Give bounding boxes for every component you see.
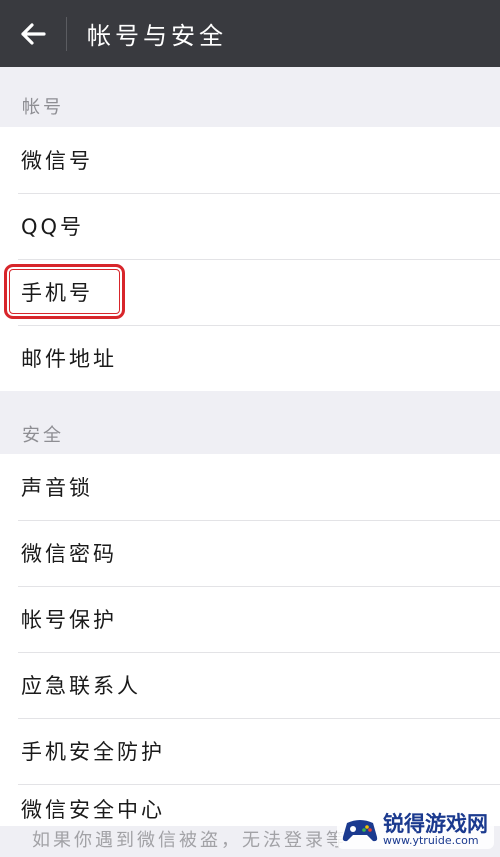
header-divider <box>66 16 67 51</box>
top-app-bar: 帐号与安全 <box>0 0 500 67</box>
watermark-url: www.ytruide.com <box>383 834 479 848</box>
account-list: 微信号 QQ号 手机号 邮件地址 <box>0 127 500 391</box>
list-item-wechat-password[interactable]: 微信密码 <box>0 520 500 586</box>
highlight-box <box>4 264 125 319</box>
watermark: 锐得游戏网 www.ytruide.com <box>337 811 494 849</box>
list-item-label: 微信安全中心 <box>21 798 165 822</box>
list-item-qq[interactable]: QQ号 <box>0 193 500 259</box>
arrow-left-icon <box>21 22 46 45</box>
list-item-label: 应急联系人 <box>21 674 141 698</box>
list-item-label: 手机安全防护 <box>21 740 165 764</box>
list-item-label: 邮件地址 <box>21 347 117 371</box>
list-item-phone-security[interactable]: 手机安全防护 <box>0 718 500 784</box>
list-item-emergency-contacts[interactable]: 应急联系人 <box>0 652 500 718</box>
section-header-security: 安全 <box>22 425 64 446</box>
list-item-label: 微信号 <box>21 149 93 173</box>
list-item-voice-lock[interactable]: 声音锁 <box>0 454 500 520</box>
section-header-account: 帐号 <box>22 97 64 118</box>
list-item-label: 微信密码 <box>21 542 117 566</box>
watermark-name: 锐得游戏网 <box>383 812 488 837</box>
page-title: 帐号与安全 <box>87 22 227 50</box>
back-button[interactable] <box>0 0 66 67</box>
list-item-label: QQ号 <box>21 215 85 239</box>
gamepad-logo-icon <box>342 820 378 842</box>
security-list: 声音锁 微信密码 帐号保护 应急联系人 手机安全防护 微信安全中心 <box>0 454 500 828</box>
list-item-label: 帐号保护 <box>21 608 117 632</box>
list-item-label: 声音锁 <box>21 476 93 500</box>
list-item-email[interactable]: 邮件地址 <box>0 325 500 391</box>
list-item-wechat-id[interactable]: 微信号 <box>0 127 500 193</box>
list-item-account-protection[interactable]: 帐号保护 <box>0 586 500 652</box>
